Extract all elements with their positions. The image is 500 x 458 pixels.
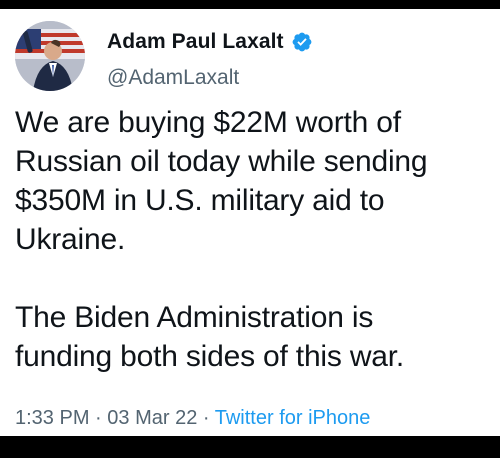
tweet-card: Adam Paul Laxalt @AdamLaxalt We are buyi… <box>0 9 500 436</box>
author-name-row[interactable]: Adam Paul Laxalt <box>107 30 313 54</box>
tweet-source-link[interactable]: Twitter for iPhone <box>215 407 371 429</box>
tweet-date[interactable]: 03 Mar 22 <box>107 407 197 429</box>
meta-separator: · <box>197 407 215 429</box>
tweet-metadata: 1:33 PM · 03 Mar 22 · Twitter for iPhone <box>15 407 370 430</box>
meta-separator: · <box>89 407 108 429</box>
profile-avatar[interactable] <box>15 21 85 91</box>
tweet-time[interactable]: 1:33 PM <box>15 407 89 429</box>
tweet-text: We are buying $22M worth of Russian oil … <box>15 106 428 373</box>
avatar-photo-icon <box>15 21 85 91</box>
verified-badge-icon <box>292 32 312 52</box>
author-handle[interactable]: @AdamLaxalt <box>107 66 239 90</box>
author-name[interactable]: Adam Paul Laxalt <box>107 30 284 54</box>
